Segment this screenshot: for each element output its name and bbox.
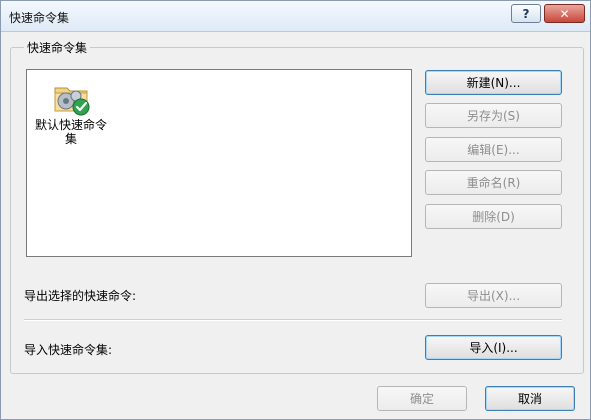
group-title: 快速命令集 bbox=[24, 39, 91, 56]
export-button[interactable]: 导出(X)... bbox=[425, 283, 562, 308]
list-item-label: 默认快速命令集 bbox=[34, 118, 107, 146]
cancel-button[interactable]: 取消 bbox=[485, 386, 575, 411]
section-divider bbox=[24, 319, 562, 321]
delete-button[interactable]: 删除(D) bbox=[425, 204, 562, 229]
title-bar[interactable]: 快速命令集 ? ✕ bbox=[1, 1, 590, 32]
list-item[interactable]: 默认快速命令集 bbox=[32, 76, 110, 146]
folder-settings-check-icon bbox=[54, 87, 90, 116]
help-icon: ? bbox=[522, 6, 530, 21]
close-button[interactable]: ✕ bbox=[544, 4, 585, 23]
import-set-label: 导入快速命令集: bbox=[24, 343, 113, 357]
import-button[interactable]: 导入(I)... bbox=[425, 335, 562, 360]
export-selected-label: 导出选择的快速命令: bbox=[24, 289, 137, 303]
new-button[interactable]: 新建(N)... bbox=[425, 70, 562, 95]
quick-commands-dialog: 快速命令集 ? ✕ 快速命令集 默认快速命令集 新建(N)... 另存为(S) … bbox=[0, 0, 591, 420]
close-icon: ✕ bbox=[559, 6, 570, 21]
edit-button[interactable]: 编辑(E)... bbox=[425, 137, 562, 162]
quick-command-set-list[interactable]: 默认快速命令集 bbox=[26, 69, 412, 257]
save-as-button[interactable]: 另存为(S) bbox=[425, 103, 562, 128]
ok-button[interactable]: 确定 bbox=[377, 386, 467, 411]
help-button[interactable]: ? bbox=[511, 4, 541, 23]
rename-button[interactable]: 重命名(R) bbox=[425, 170, 562, 195]
window-title: 快速命令集 bbox=[9, 11, 70, 25]
